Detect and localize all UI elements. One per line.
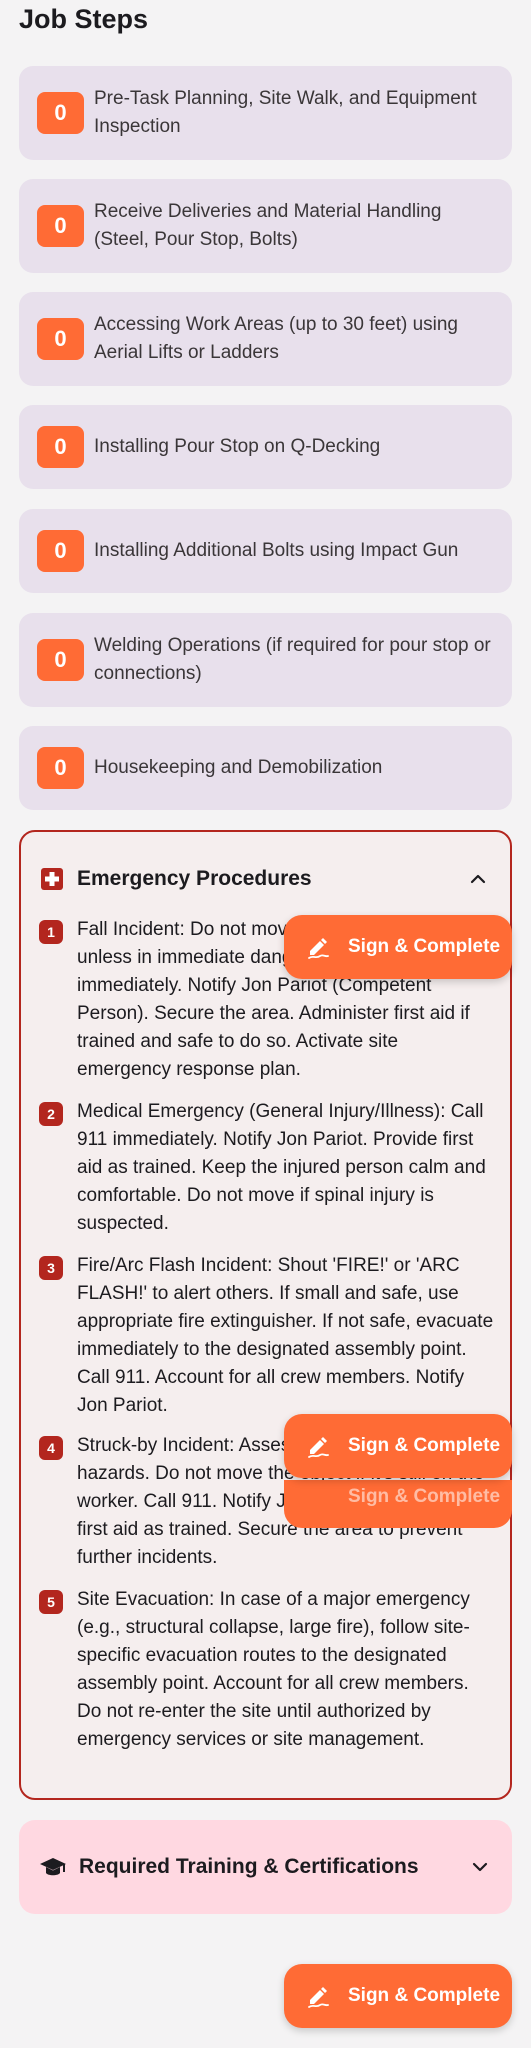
emergency-procedure-item: 3 Fire/Arc Flash Incident: Shout 'FIRE!'… <box>39 1252 496 1420</box>
procedure-text: Fire/Arc Flash Incident: Shout 'FIRE!' o… <box>77 1255 494 1416</box>
job-step-card[interactable]: 0 Receive Deliveries and Material Handli… <box>19 179 512 273</box>
job-step-card[interactable]: 0 Installing Additional Bolts using Impa… <box>19 509 512 593</box>
procedure-text: Medical Emergency (General Injury/Illnes… <box>77 1101 486 1234</box>
job-step-card[interactable]: 0 Installing Pour Stop on Q-Decking <box>19 405 512 489</box>
graduation-cap-icon <box>40 1858 66 1876</box>
step-label: Pre-Task Planning, Site Walk, and Equipm… <box>94 88 477 137</box>
step-count-badge: 0 <box>37 92 84 134</box>
signature-icon <box>308 938 329 959</box>
step-count-badge: 0 <box>37 530 84 572</box>
sign-and-complete-label: Sign & Complete <box>348 1486 501 1507</box>
procedure-number-badge: 3 <box>39 1256 63 1280</box>
procedure-number-badge: 5 <box>39 1590 63 1614</box>
procedure-number-badge: 1 <box>39 920 63 944</box>
job-step-card[interactable]: 0 Pre-Task Planning, Site Walk, and Equi… <box>19 66 512 160</box>
sign-and-complete-button[interactable]: Sign & Complete <box>284 915 512 979</box>
job-step-card[interactable]: 0 Housekeeping and Demobilization <box>19 726 512 810</box>
emergency-procedure-item: 5 Site Evacuation: In case of a major em… <box>39 1586 496 1754</box>
signature-icon <box>308 1987 329 2008</box>
step-count-badge: 0 <box>37 639 84 681</box>
step-count-badge: 0 <box>37 318 84 360</box>
step-label: Receive Deliveries and Material Handling… <box>94 201 442 250</box>
chevron-up-icon[interactable] <box>466 867 490 891</box>
step-count-badge: 0 <box>37 426 84 468</box>
step-count-badge: 0 <box>37 205 84 247</box>
step-label: Installing Pour Stop on Q-Decking <box>94 436 381 457</box>
required-training-panel[interactable]: Required Training & Certifications <box>19 1820 512 1914</box>
procedure-text: Site Evacuation: In case of a major emer… <box>77 1589 470 1750</box>
step-label: Installing Additional Bolts using Impact… <box>94 540 459 561</box>
procedure-number-badge: 4 <box>39 1436 63 1460</box>
sign-and-complete-label: Sign & Complete <box>348 1435 501 1456</box>
sign-and-complete-button[interactable]: Sign & Complete <box>284 1480 512 1528</box>
step-count-badge: 0 <box>37 747 84 789</box>
sign-and-complete-button[interactable]: Sign & Complete <box>284 1964 512 2028</box>
signature-icon <box>308 1437 329 1458</box>
job-step-card[interactable]: 0 Accessing Work Areas (up to 30 feet) u… <box>19 292 512 386</box>
step-label: Welding Operations (if required for pour… <box>94 635 491 684</box>
required-training-title: Required Training & Certifications <box>79 1855 419 1878</box>
job-step-card[interactable]: 0 Welding Operations (if required for po… <box>19 613 512 707</box>
procedure-number-badge: 2 <box>39 1102 63 1126</box>
chevron-down-icon[interactable] <box>468 1855 492 1879</box>
sign-and-complete-label: Sign & Complete <box>348 1985 501 2006</box>
page-title: Job Steps <box>19 4 149 34</box>
sign-and-complete-button[interactable]: Sign & Complete <box>284 1414 512 1478</box>
sign-and-complete-label: Sign & Complete <box>348 936 501 957</box>
step-label: Accessing Work Areas (up to 30 feet) usi… <box>94 314 458 363</box>
medical-cross-icon <box>41 868 63 890</box>
emergency-procedure-item: 2 Medical Emergency (General Injury/Illn… <box>39 1098 496 1238</box>
emergency-procedures-header[interactable]: Emergency Procedures <box>41 862 490 896</box>
step-label: Housekeeping and Demobilization <box>94 757 383 778</box>
emergency-procedures-title: Emergency Procedures <box>77 867 312 890</box>
